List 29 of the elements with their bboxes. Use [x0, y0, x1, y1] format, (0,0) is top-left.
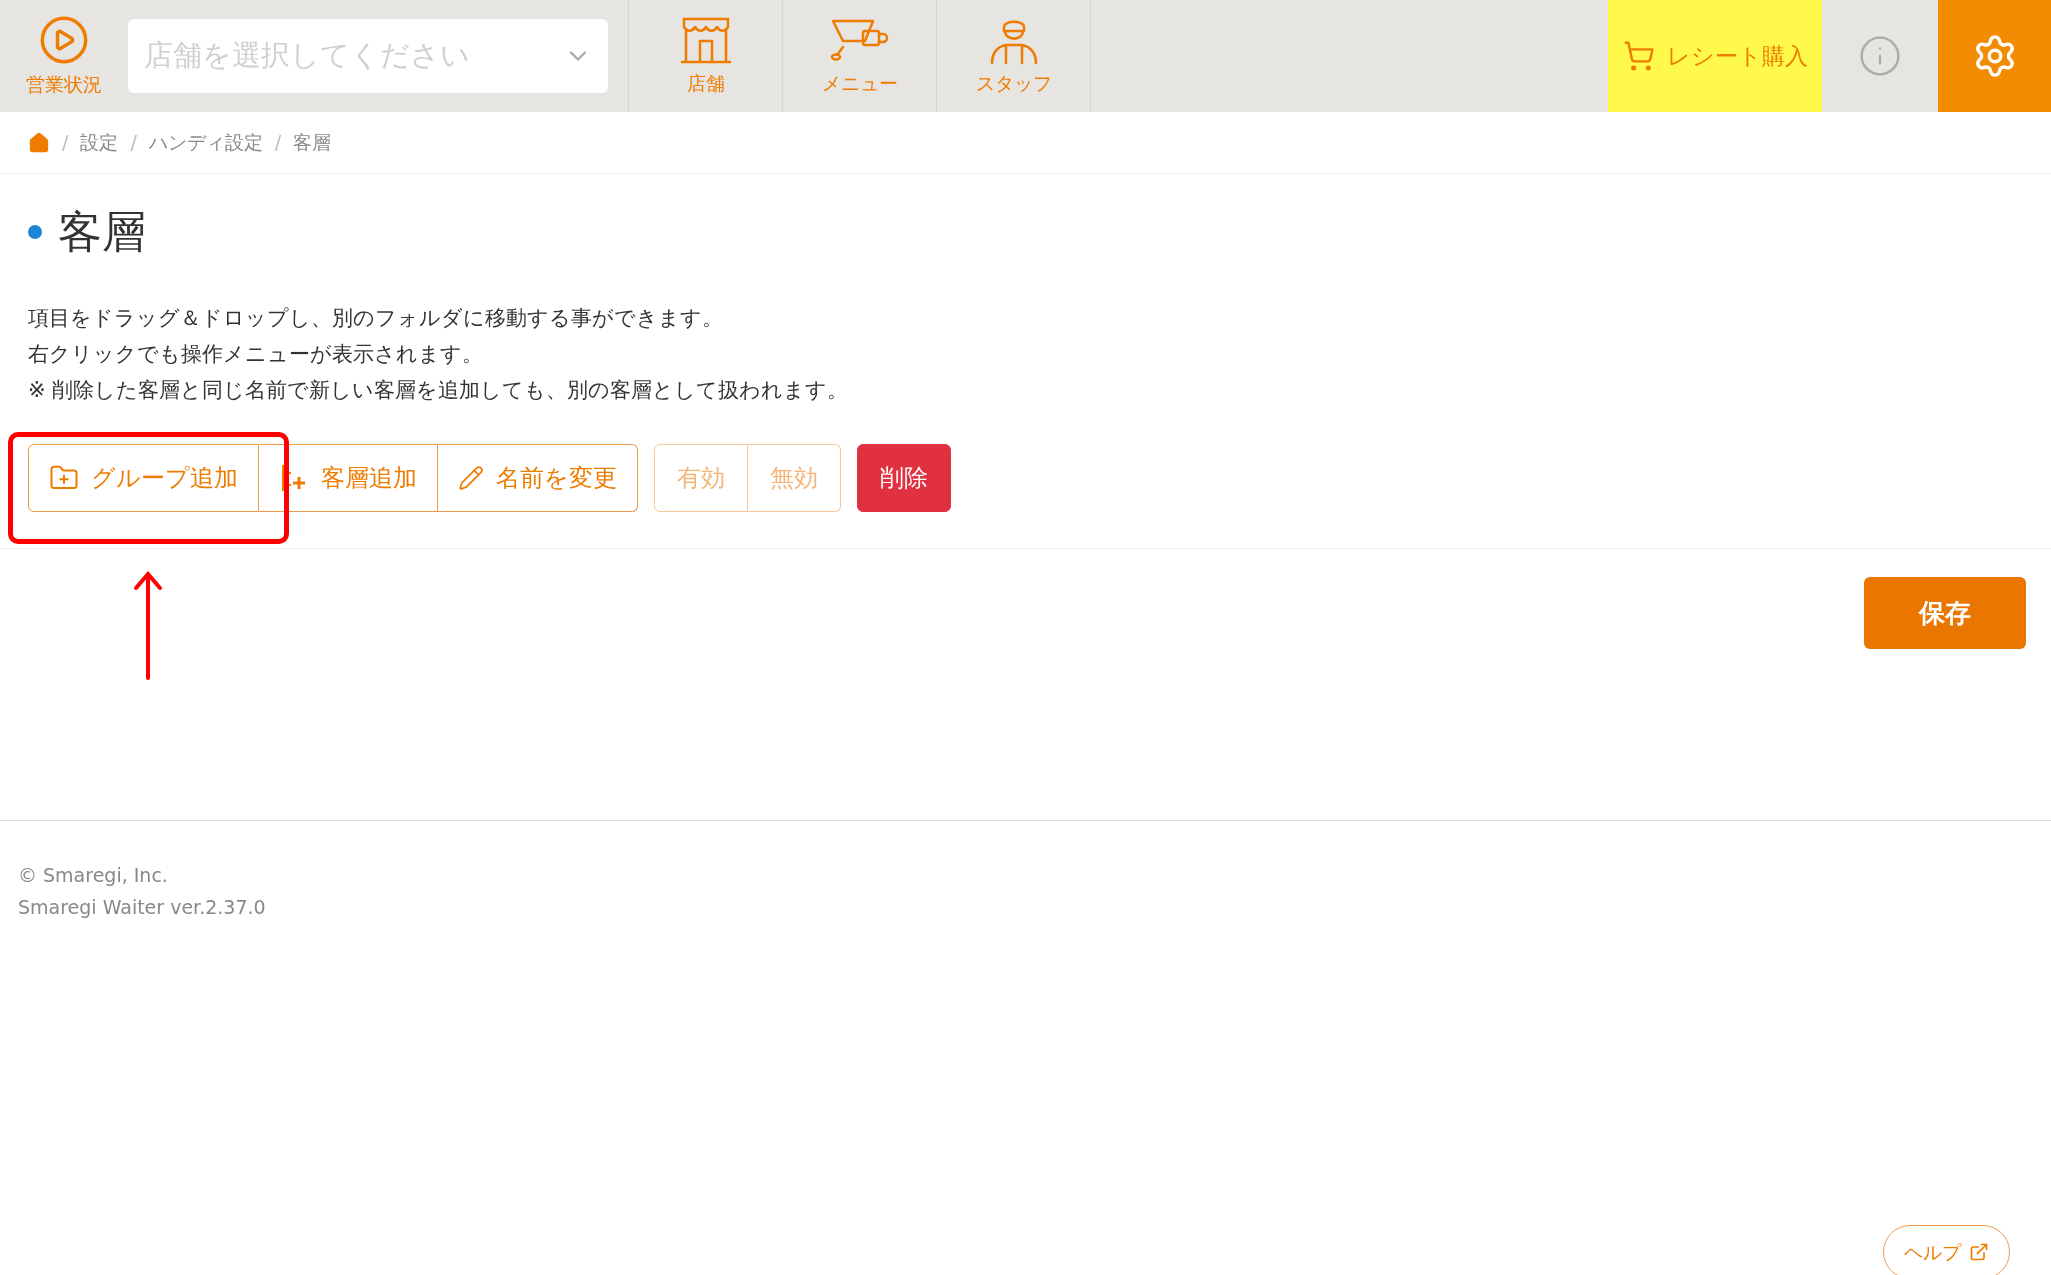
description-text: 右クリックでも操作メニューが表示されます。 — [28, 341, 484, 368]
save-button[interactable]: 保存 — [1864, 577, 2026, 649]
breadcrumb-separator: / — [274, 130, 282, 156]
toolbar-button[interactable]: 客層追加 — [259, 444, 438, 512]
external-link-icon — [1969, 1242, 1989, 1262]
toolbar-button[interactable]: グループ追加 — [28, 444, 259, 512]
breadcrumb-item[interactable]: 設定 — [80, 128, 119, 157]
cart-icon — [1622, 40, 1655, 72]
breadcrumb-separator: / — [62, 130, 69, 156]
info-icon — [1858, 34, 1902, 78]
page-title: 客層 — [58, 210, 146, 254]
breadcrumb-item: 客層 — [293, 130, 332, 156]
home-icon[interactable] — [28, 131, 50, 154]
breadcrumb-separator: / — [130, 130, 137, 156]
nav-tab[interactable]: メニュー — [782, 0, 936, 112]
toolbar-button[interactable]: 名前を変更 — [438, 444, 638, 512]
nav-tab[interactable]: 店舗 — [628, 0, 782, 112]
breadcrumb-item[interactable]: ハンディ設定 — [148, 128, 263, 157]
pencil-icon — [458, 465, 484, 491]
footer-text: Smaregi Waiter ver.2.37.0 — [18, 895, 267, 920]
toolbar-button[interactable]: 削除 — [857, 444, 951, 512]
settings-button[interactable] — [1938, 0, 2051, 112]
footer-text: © Smaregi, Inc. — [18, 863, 169, 888]
status-button[interactable]: 営業状況 — [0, 0, 128, 112]
description-text: ※ 削除した客層と同じ名前で新しい客層を追加しても、別の客層として扱われます。 — [28, 377, 850, 404]
receipt-purchase-button[interactable]: レシート購入 — [1608, 0, 1822, 112]
nav-tab[interactable]: スタッフ — [936, 0, 1090, 112]
description-text: 項目をドラッグ＆ドロップし、別のフォルダに移動する事ができます。 — [28, 305, 724, 332]
help-button[interactable]: ヘルプ — [1883, 1225, 2010, 1275]
